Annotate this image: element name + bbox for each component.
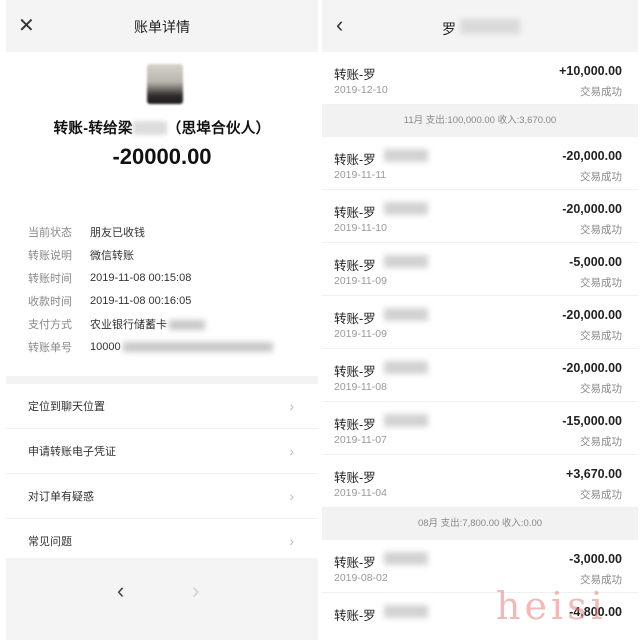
detail-row-transfer-id: 转账单号 10000 [28,335,308,358]
detail-row-payment-method: 支付方式 农业银行储蓄卡 [28,312,308,335]
page-title: 账单详情 [134,19,190,35]
watermark: heisi [496,584,607,628]
transaction-list-panel: ‹ 罗 转账-罗 2019-12-10 +10,000.00 交易成功 11月 … [322,0,638,640]
redacted-name [384,605,428,618]
transaction-row[interactable]: 转账-罗 2019-11-07 -15,000.00 交易成功 [322,402,638,455]
detail-list: 当前状态 朋友已收钱 转账说明 微信转账 转账时间 2019-11-08 00:… [28,220,308,358]
redacted-id [122,341,273,352]
chevron-right-icon[interactable]: › [192,578,199,604]
redacted-card [169,319,205,330]
redacted-name [384,414,428,427]
chevron-right-icon: › [289,533,294,549]
redacted-name [384,308,428,321]
bill-detail-panel: ✕ 账单详情 转账-转给梁 （思埠合伙人） -20000.00 当前状态 朋友已收… [6,0,318,640]
transaction-row[interactable]: 转账-罗 2019-11-10 -20,000.00 交易成功 [322,190,638,243]
redacted-name [384,255,428,268]
contact-name: 罗 [442,21,456,37]
redacted-name [132,121,167,135]
detail-row-status: 当前状态 朋友已收钱 [28,226,145,239]
month-summary-nov: 11月 支出:100,000.00 收入:3,670.00 [322,105,638,137]
detail-row-receive-time: 收款时间 2019-11-08 00:16:05 [28,294,192,308]
chevron-right-icon: › [289,443,294,459]
detail-row-transfer-time: 转账时间 2019-11-08 00:15:08 [28,271,192,285]
redacted-name [384,202,428,215]
transaction-row[interactable]: 转账-罗 2019-12-10 +10,000.00 交易成功 [322,52,638,105]
transaction-row[interactable]: 转账-罗 2019-11-11 -20,000.00 交易成功 [322,137,638,190]
chevron-left-icon[interactable]: ‹ [336,14,343,36]
transaction-row[interactable]: 转账-罗 2019-11-08 -20,000.00 交易成功 [322,349,638,402]
payee-label: 转账-转给梁 （思埠合伙人） [53,121,271,137]
redacted-name [384,149,428,162]
bill-detail-header: ✕ 账单详情 [6,0,318,52]
transaction-row[interactable]: 转账-罗 2019-11-09 -20,000.00 交易成功 [322,296,638,349]
transaction-list-header: ‹ 罗 [322,0,638,52]
action-menu: 定位到聊天位置 › 申请转账电子凭证 › 对订单有疑惑 › 常见问题 › [6,376,318,564]
chevron-right-icon: › [289,398,294,414]
menu-order-question[interactable]: 对订单有疑惑 › [6,474,318,519]
transfer-amount: -20000.00 [112,144,212,169]
transaction-row[interactable]: 转账-罗 2019-11-09 -5,000.00 交易成功 [322,243,638,296]
redacted-name [384,552,428,565]
browser-nav-bar: ‹ › [6,558,318,640]
avatar [147,64,183,104]
chevron-right-icon: › [289,488,294,504]
chevron-left-icon[interactable]: ‹ [117,578,124,604]
month-summary-aug: 08月 支出:7,800.00 收入:0.00 [322,508,638,540]
transaction-row[interactable]: 转账-罗 2019-11-04 +3,670.00 交易成功 [322,455,638,508]
menu-request-voucher[interactable]: 申请转账电子凭证 › [6,429,318,474]
redacted-name [384,361,428,374]
menu-locate-chat[interactable]: 定位到聊天位置 › [6,384,318,429]
redacted-name [460,19,520,34]
detail-row-note: 转账说明 微信转账 [28,249,134,262]
